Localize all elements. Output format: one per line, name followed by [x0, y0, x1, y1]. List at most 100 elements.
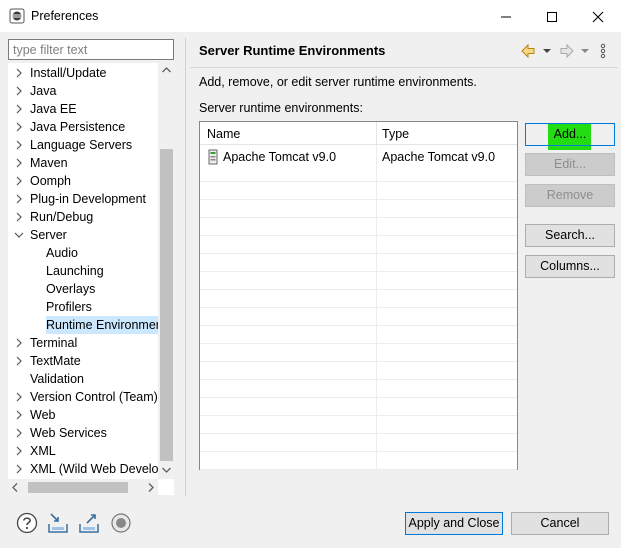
columns-button[interactable]: Columns... [525, 255, 615, 278]
tree-item-label: Plug-in Development [30, 192, 147, 206]
import-icon[interactable] [46, 511, 70, 535]
tree-item[interactable]: XML [8, 442, 158, 460]
scroll-up-arrow-icon[interactable] [158, 63, 175, 77]
tree-item-label: Java Persistence [30, 120, 126, 134]
tree-horizontal-scrollbar[interactable] [8, 479, 158, 496]
column-header-type[interactable]: Type [377, 122, 517, 145]
scroll-down-arrow-icon[interactable] [158, 463, 175, 477]
tree-item[interactable]: Version Control (Team) [8, 388, 158, 406]
pane-splitter[interactable] [185, 38, 186, 496]
tree-item[interactable]: Web Services [8, 424, 158, 442]
chevron-right-icon[interactable] [13, 352, 25, 370]
chevron-right-icon[interactable] [13, 424, 25, 442]
table-gridline [200, 308, 517, 326]
tree-vertical-scroll-thumb[interactable] [160, 149, 173, 461]
export-icon[interactable] [77, 511, 101, 535]
tree-item-label: Web Services [30, 426, 107, 440]
chevron-right-icon[interactable] [13, 64, 25, 82]
tree-item[interactable]: Runtime Environmen [8, 316, 174, 334]
runtime-list-label: Server runtime environments: [199, 101, 363, 115]
table-gridline [200, 254, 517, 272]
tree-item-label: Java [30, 84, 57, 98]
chevron-right-icon[interactable] [13, 136, 25, 154]
chevron-down-icon[interactable] [13, 226, 25, 244]
tree-item[interactable]: Validation [8, 370, 158, 388]
window-title: Preferences [31, 9, 99, 23]
tree-item[interactable]: Overlays [8, 280, 158, 298]
forward-icon[interactable] [559, 42, 575, 60]
tree-item[interactable]: Profilers [8, 298, 158, 316]
tree-item[interactable]: Install/Update [8, 64, 158, 82]
chevron-right-icon[interactable] [13, 154, 25, 172]
tree-item-label: TextMate [30, 354, 81, 368]
add-button[interactable]: Add... [525, 123, 615, 146]
scroll-right-arrow-icon[interactable] [144, 479, 158, 496]
more-options-icon[interactable] [599, 42, 607, 60]
tree-item-label: Language Servers [30, 138, 133, 152]
cancel-button[interactable]: Cancel [511, 512, 609, 535]
table-gridline [200, 344, 517, 362]
table-gridline [200, 380, 517, 398]
remove-button[interactable]: Remove [525, 184, 615, 207]
chevron-right-icon[interactable] [13, 82, 25, 100]
tree-item[interactable]: Java Persistence [8, 118, 158, 136]
chevron-right-icon[interactable] [13, 208, 25, 226]
tree-item[interactable]: Terminal [8, 334, 158, 352]
chevron-right-icon[interactable] [13, 334, 25, 352]
back-menu-chevron-down-icon[interactable] [542, 42, 552, 60]
chevron-right-icon[interactable] [13, 190, 25, 208]
table-gridline [200, 200, 517, 218]
table-gridline [200, 272, 517, 290]
tree-item-label: Audio [46, 246, 78, 260]
chevron-right-icon[interactable] [13, 388, 25, 406]
chevron-right-icon[interactable] [13, 406, 25, 424]
table-gridline [200, 218, 517, 236]
chevron-right-icon[interactable] [13, 172, 25, 190]
tree-item-label: Server [30, 228, 67, 242]
chevron-right-icon[interactable] [13, 100, 25, 118]
tree-item-label: XML [30, 444, 56, 458]
back-icon[interactable] [520, 42, 536, 60]
tree-item[interactable]: Java [8, 82, 158, 100]
search-button[interactable]: Search... [525, 224, 615, 247]
maximize-icon [547, 12, 557, 22]
filter-input[interactable] [8, 39, 174, 60]
scroll-left-arrow-icon[interactable] [8, 479, 22, 496]
runtime-type-cell[interactable]: Apache Tomcat v9.0 [382, 148, 495, 166]
tree-item[interactable]: Launching [8, 262, 158, 280]
maximize-button[interactable] [529, 0, 575, 33]
column-header-name[interactable]: Name [200, 122, 377, 145]
tree-item-label: Launching [46, 264, 104, 278]
tree-item-label: Validation [30, 372, 84, 386]
apply-and-close-button[interactable]: Apply and Close [405, 512, 503, 535]
tree-item[interactable]: Run/Debug [8, 208, 158, 226]
forward-menu-chevron-down-icon[interactable] [580, 42, 590, 60]
tree-vertical-scrollbar[interactable] [158, 63, 175, 479]
tree-item[interactable]: Java EE [8, 100, 158, 118]
minimize-button[interactable] [483, 0, 529, 33]
tree-item[interactable]: Oomph [8, 172, 158, 190]
runtime-table[interactable]: Name Type Apache Tomcat v9.0 Apache Tomc… [199, 121, 518, 470]
close-button[interactable] [575, 0, 621, 33]
tree-item[interactable]: Plug-in Development [8, 190, 158, 208]
tree-item[interactable]: Maven [8, 154, 158, 172]
tree-item[interactable]: TextMate [8, 352, 158, 370]
edit-button[interactable]: Edit... [525, 153, 615, 176]
chevron-right-icon[interactable] [13, 118, 25, 136]
page-title: Server Runtime Environments [199, 43, 386, 58]
chevron-right-icon[interactable] [13, 442, 25, 460]
tree-item[interactable]: Server [8, 226, 158, 244]
tree-item[interactable]: Web [8, 406, 158, 424]
tree-item-label: Web [30, 408, 56, 422]
preference-tree[interactable]: Install/Update Java Java EE Java Persistenc… [8, 63, 174, 495]
server-runtime-icon [208, 149, 218, 170]
tree-horizontal-scroll-thumb[interactable] [28, 482, 128, 493]
tree-item[interactable]: Audio [8, 244, 158, 262]
help-icon[interactable] [15, 511, 39, 535]
tree-item[interactable]: XML (Wild Web Develop [8, 460, 165, 478]
tree-item[interactable]: Language Servers [8, 136, 158, 154]
chevron-right-icon[interactable] [13, 460, 25, 478]
tree-item-label: XML (Wild Web Develop [30, 462, 166, 476]
close-icon [592, 11, 604, 23]
record-icon[interactable] [109, 511, 133, 535]
